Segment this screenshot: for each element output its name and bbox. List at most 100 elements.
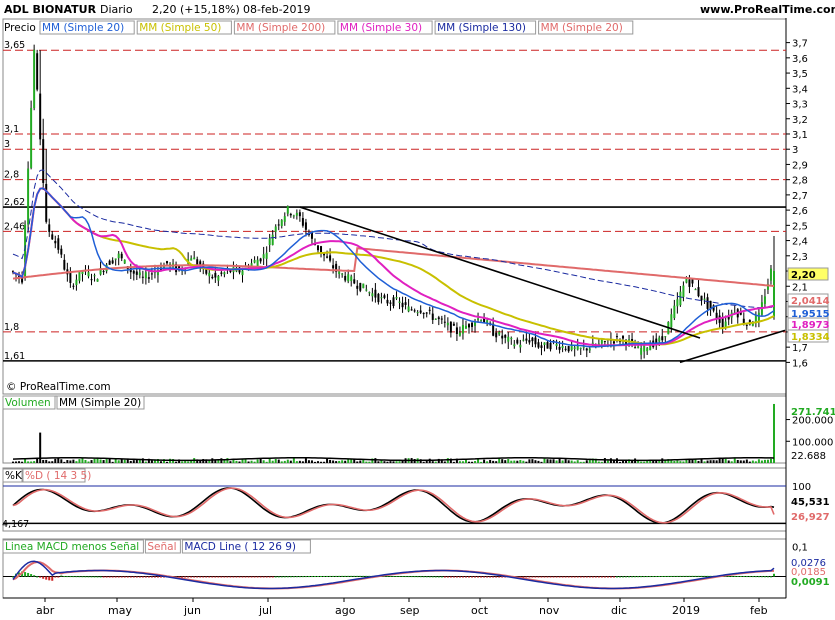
- volume-bar: [307, 460, 310, 463]
- macd-hist-bar: [301, 576, 304, 578]
- candle-body: [365, 289, 368, 291]
- macd-hist-bar: [404, 576, 407, 578]
- price-tick-label: 2,9: [792, 160, 808, 171]
- chart-header: ADL BIONATUR Diario 2,20 (+15,18%) 08-fe…: [0, 0, 835, 18]
- level-label: 3,65: [4, 40, 25, 51]
- candle-body: [407, 306, 410, 312]
- volume-bar: [676, 460, 679, 463]
- volume-bar: [310, 460, 313, 463]
- volume-bar: [504, 460, 507, 463]
- candle-body: [670, 314, 673, 328]
- volume-bar: [93, 458, 96, 463]
- volume-bar: [253, 461, 256, 463]
- candle-body: [634, 347, 637, 349]
- candles-group: [12, 44, 775, 360]
- candle-body: [498, 331, 501, 335]
- value-tag: 2,0414: [791, 296, 830, 307]
- volume-bar: [573, 461, 576, 463]
- volume-bar: [175, 461, 178, 463]
- candle-body: [301, 218, 304, 226]
- candle-body: [585, 348, 588, 351]
- macd-hist-bar: [332, 575, 335, 577]
- macd-legend-label: MACD Line ( 12 26 9): [184, 541, 296, 553]
- macd-hist-bar: [579, 576, 582, 578]
- candle-body: [537, 342, 540, 348]
- candle-body: [742, 318, 745, 324]
- candle-body: [54, 240, 57, 244]
- volume-bar: [501, 459, 504, 463]
- macd-hist-bar: [253, 576, 256, 578]
- macd-hist-bar: [214, 576, 217, 578]
- macd-hist-bar: [304, 576, 307, 578]
- macd-hist-bar: [489, 576, 492, 578]
- candle-body: [144, 272, 147, 279]
- macd-hist-bar: [265, 576, 268, 578]
- volume-bar: [187, 461, 190, 463]
- candle-body: [504, 334, 507, 338]
- candle-body: [549, 342, 552, 350]
- macd-hist-bar: [703, 575, 706, 577]
- candle-body: [416, 312, 419, 314]
- volume-bar: [754, 461, 757, 463]
- volume-bar: [21, 461, 24, 463]
- volume-bar: [392, 461, 395, 463]
- macd-hist-bar: [655, 576, 658, 578]
- candle-body: [138, 272, 141, 276]
- volume-bar: [606, 460, 609, 463]
- macd-hist-bar: [353, 575, 356, 577]
- candle-body: [332, 265, 335, 269]
- candle-body: [304, 222, 307, 230]
- price-tick-label: 2,5: [792, 221, 808, 232]
- volume-bar: [467, 461, 470, 463]
- macd-hist-bar: [395, 575, 398, 577]
- candle-body: [697, 287, 700, 297]
- macd-hist-bar: [736, 575, 739, 577]
- volume-bar: [516, 460, 519, 463]
- candle-body: [117, 253, 120, 259]
- macd-hist-bar: [437, 576, 440, 578]
- volume-bar: [256, 459, 259, 463]
- macd-hist-bar: [600, 576, 603, 578]
- macd-hist-bar: [247, 576, 250, 578]
- macd-hist-bar: [190, 576, 193, 578]
- candle-body: [60, 248, 63, 255]
- volume-bar: [618, 461, 621, 463]
- macd-hist-bar: [492, 576, 495, 578]
- x-tick-label: feb: [750, 604, 768, 617]
- volume-bar: [99, 459, 102, 463]
- level-label: 3: [4, 139, 10, 150]
- volume-bar: [304, 458, 307, 463]
- volume-bar: [549, 459, 552, 463]
- chart-canvas: 3,7 3,6 3,5 3,4 3,3 3,2 3,1 3 2,9 2,8 2,7 2,6 2,5 2,4…: [2, 18, 835, 617]
- price-tick-label: 2,4: [792, 237, 808, 248]
- candle-body: [214, 272, 217, 278]
- volume-bar: [36, 458, 39, 463]
- macd-hist-bar: [72, 576, 75, 578]
- macd-hist-bar: [389, 575, 392, 577]
- macd-hist-bar: [123, 576, 126, 578]
- volume-bar: [640, 461, 643, 463]
- candle-body: [286, 206, 289, 214]
- candle-body: [377, 293, 380, 303]
- macd-hist-bar: [156, 576, 159, 578]
- macd-hist-bar: [244, 576, 247, 578]
- price-tick-label: 2,1: [792, 282, 808, 293]
- macd-hist-bar: [310, 576, 313, 578]
- candle-body: [540, 345, 543, 348]
- volume-bar: [229, 461, 232, 463]
- macd-hist-bar: [45, 576, 48, 580]
- macd-hist-bar: [498, 576, 501, 578]
- candle-body: [48, 224, 51, 232]
- candle-body: [471, 322, 474, 327]
- price-change: 2,20 (+15,18%): [152, 3, 240, 16]
- volume-bar: [576, 460, 579, 463]
- volume-bar: [597, 461, 600, 463]
- volume-bar: [570, 460, 573, 463]
- volume-bar: [90, 460, 93, 463]
- price-tick-label: 3,7: [792, 39, 808, 50]
- volume-bar: [350, 459, 353, 463]
- candle-body: [57, 238, 60, 250]
- volume-bar: [652, 460, 655, 463]
- volume-bar: [51, 461, 54, 463]
- macd-hist-bar: [549, 576, 552, 578]
